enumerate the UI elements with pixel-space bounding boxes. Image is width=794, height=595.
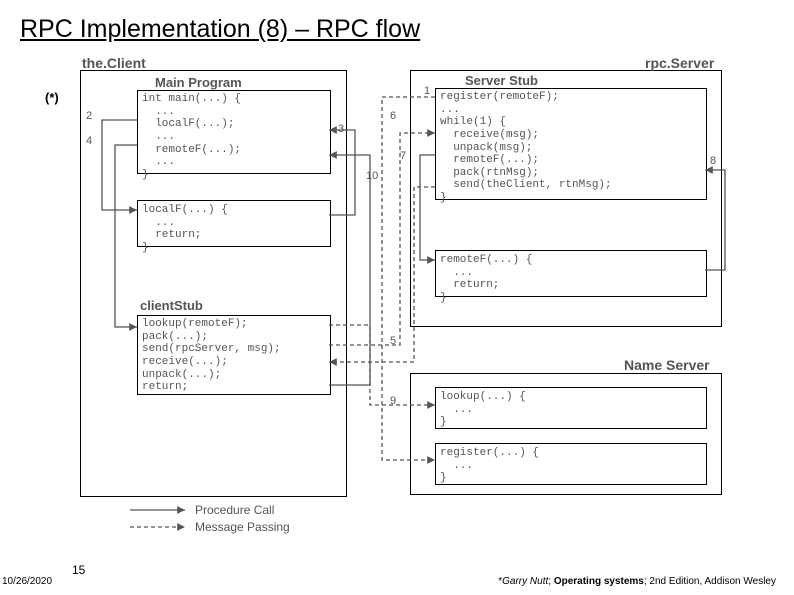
rpcserver-label: rpc.Server (645, 55, 714, 71)
register-code: register(...) { ... } (440, 447, 539, 485)
flow-num-5: 5 (390, 335, 396, 347)
client-label: the.Client (82, 55, 146, 71)
flow-num-7: 7 (400, 150, 406, 162)
main-label: Main Program (155, 75, 242, 90)
star-note: (*) (45, 90, 59, 105)
flow-num-3: 3 (338, 123, 344, 135)
page-title: RPC Implementation (8) – RPC flow (20, 15, 774, 44)
main-code: int main(...) { ... localF(...); ... rem… (142, 93, 241, 181)
flow-num-9: 9 (390, 395, 396, 407)
legend-proc: Procedure Call (195, 503, 274, 517)
flow-num-8: 8 (710, 155, 716, 167)
nameserver-label: Name Server (624, 357, 710, 373)
flow-num-1: 1 (424, 85, 430, 97)
legend-msg: Message Passing (195, 520, 290, 534)
lookup-code: lookup(...) { ... } (440, 391, 526, 429)
flow-num-10: 10 (366, 170, 378, 182)
serverstub-code: register(remoteF); ... while(1) { receiv… (440, 91, 612, 205)
localf-code: localF(...) { ... return; } (142, 204, 228, 255)
clientstub-code: lookup(remoteF); pack(...); send(rpcServ… (142, 318, 281, 394)
footer-page: 15 (72, 563, 85, 577)
flow-num-4: 4 (86, 135, 92, 147)
cite-title: Operating systems (554, 576, 644, 587)
flow-num-6: 6 (390, 110, 396, 122)
cite-rest: ; 2nd Edition, Addison Wesley (644, 576, 776, 587)
footer-date: 10/26/2020 (2, 576, 52, 587)
footer-citation: *Garry Nutt; Operating systems; 2nd Edit… (498, 576, 776, 587)
cite-author: Garry Nutt (502, 576, 548, 587)
clientstub-label: clientStub (140, 298, 203, 313)
flow-num-2: 2 (86, 110, 92, 122)
remotef-code: remoteF(...) { ... return; } (440, 254, 532, 305)
serverstub-label: Server Stub (465, 73, 538, 88)
rpc-flow-diagram: the.Client Main Program int main(...) { … (70, 55, 750, 535)
